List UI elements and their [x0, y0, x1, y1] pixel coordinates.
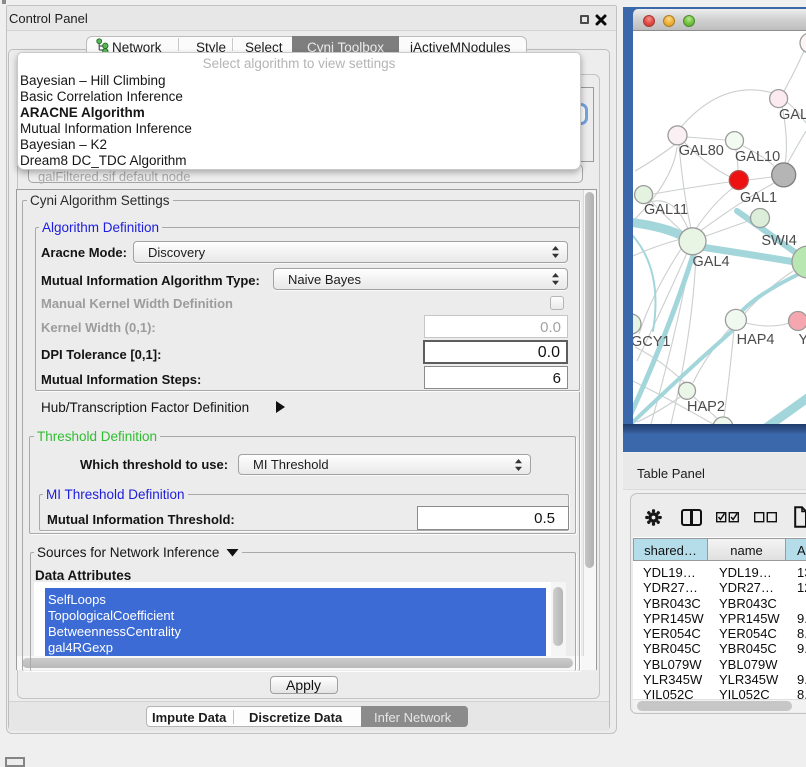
svg-text:GAL80: GAL80 [679, 143, 724, 159]
svg-text:GAL1: GAL1 [740, 190, 777, 206]
svg-text:SWI4: SWI4 [761, 233, 796, 249]
svg-text:GAL7: GAL7 [779, 107, 806, 123]
svg-text:Y: Y [799, 332, 806, 348]
svg-text:GAL10: GAL10 [735, 149, 780, 165]
svg-text:HAP4: HAP4 [737, 332, 775, 348]
svg-text:GAL11: GAL11 [644, 202, 688, 218]
svg-text:GCY1: GCY1 [633, 334, 671, 350]
svg-text:HAP2: HAP2 [687, 399, 725, 415]
svg-text:GAL4: GAL4 [693, 254, 730, 270]
